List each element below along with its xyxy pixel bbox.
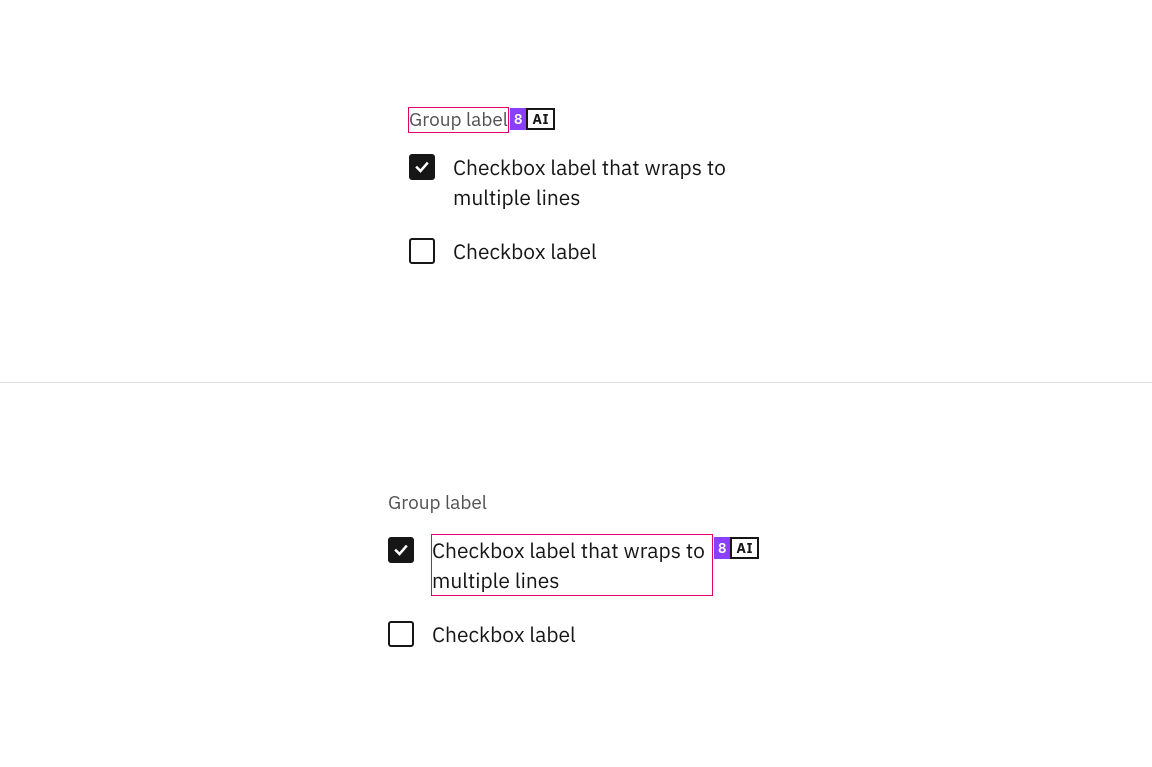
checkbox-group-legend: Group label [409, 108, 508, 132]
checkbox-option: Checkbox label [388, 619, 748, 649]
checkbox-group-1: Group label8AI Checkbox label that wraps… [409, 108, 769, 290]
checkbox-group-2: Group label Checkbox label that wraps to… [388, 491, 748, 673]
ai-badge: AI [730, 537, 759, 559]
spec-spacing-badge: 8 [510, 108, 526, 130]
spec-panel-top: Group label8AI Checkbox label that wraps… [0, 0, 1152, 383]
spec-panel-bottom: Group label Checkbox label that wraps to… [0, 383, 1152, 767]
ai-badge: AI [526, 108, 555, 130]
checkbox-input-checked[interactable] [409, 154, 435, 180]
checkbox-input-checked[interactable] [388, 537, 414, 563]
spec-annotation-tag: 8AI [714, 537, 759, 559]
checkbox-group-legend: Group label [388, 491, 487, 515]
checkbox-option: Checkbox label that wraps to multiple li… [388, 535, 748, 595]
checkbox-input-unchecked[interactable] [409, 238, 435, 264]
checkbox-options: Checkbox label that wraps to multiple li… [388, 535, 748, 649]
checkbox-label[interactable]: Checkbox label that wraps to multiple li… [453, 152, 733, 212]
spec-spacing-badge: 8 [714, 537, 730, 559]
checkbox-option: Checkbox label that wraps to multiple li… [409, 152, 769, 212]
checkbox-label-wrap: Checkbox label that wraps to multiple li… [432, 535, 712, 595]
checkbox-label[interactable]: Checkbox label that wraps to multiple li… [432, 535, 712, 595]
checkmark-icon [414, 159, 430, 175]
checkbox-input-unchecked[interactable] [388, 621, 414, 647]
checkbox-options: Checkbox label that wraps to multiple li… [409, 152, 769, 266]
spec-annotation-tag: 8AI [510, 108, 555, 130]
checkbox-label[interactable]: Checkbox label [453, 236, 597, 266]
checkmark-icon [393, 542, 409, 558]
checkbox-option: Checkbox label [409, 236, 769, 266]
checkbox-label[interactable]: Checkbox label [432, 619, 576, 649]
